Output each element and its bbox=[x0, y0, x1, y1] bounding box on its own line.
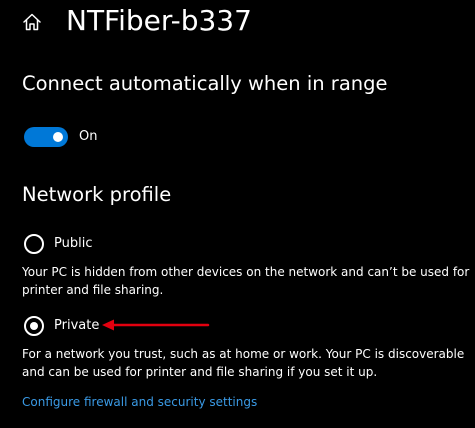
page-title: NTFiber-b337 bbox=[66, 4, 252, 37]
auto-connect-heading: Connect automatically when in range bbox=[22, 72, 388, 95]
public-radio[interactable]: Public bbox=[24, 234, 92, 254]
configure-firewall-link[interactable]: Configure firewall and security settings bbox=[22, 393, 257, 411]
public-description: Your PC is hidden from other devices on … bbox=[22, 265, 470, 297]
home-icon[interactable] bbox=[22, 12, 42, 32]
private-radio-circle[interactable] bbox=[24, 316, 44, 336]
public-radio-circle[interactable] bbox=[24, 234, 44, 254]
toggle-thumb bbox=[53, 132, 63, 142]
toggle-state-label: On bbox=[79, 129, 98, 144]
network-profile-heading: Network profile bbox=[22, 183, 172, 206]
private-radio-label[interactable]: Private bbox=[54, 316, 99, 336]
private-radio-dot bbox=[30, 322, 38, 330]
auto-connect-toggle[interactable]: On bbox=[24, 126, 97, 148]
toggle-track[interactable] bbox=[24, 127, 68, 147]
public-radio-label[interactable]: Public bbox=[54, 234, 92, 254]
private-description: For a network you trust, such as at home… bbox=[22, 347, 465, 379]
annotation-arrow-icon bbox=[102, 319, 210, 331]
private-radio[interactable]: Private bbox=[24, 316, 99, 336]
